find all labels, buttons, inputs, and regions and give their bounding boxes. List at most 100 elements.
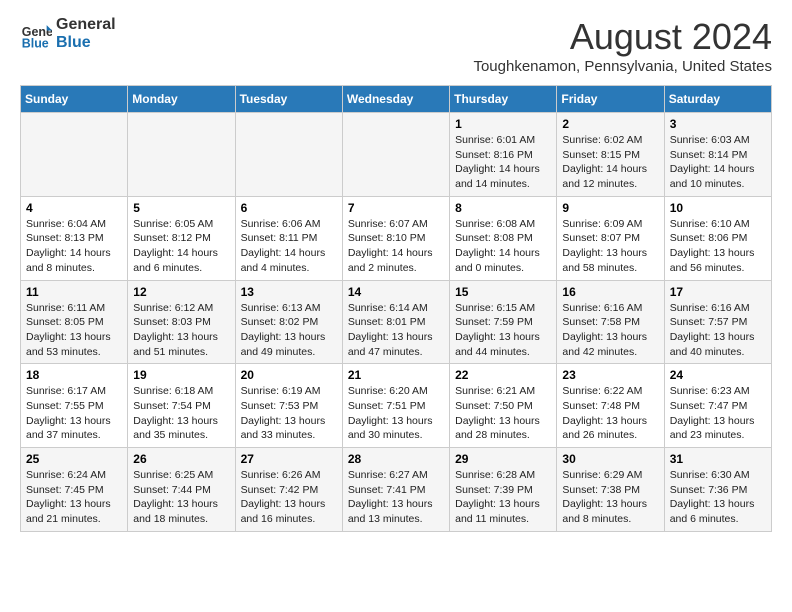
calendar-cell: 26 Sunrise: 6:25 AM Sunset: 7:44 PM Dayli… — [128, 448, 235, 532]
day-number: 5 — [133, 201, 229, 215]
weekday-header-tuesday: Tuesday — [235, 86, 342, 113]
page-header: General Blue General Blue August 2024 To… — [20, 16, 772, 75]
day-number: 8 — [455, 201, 551, 215]
calendar-cell: 31 Sunrise: 6:30 AM Sunset: 7:36 PM Dayli… — [664, 448, 771, 532]
weekday-header-saturday: Saturday — [664, 86, 771, 113]
calendar-cell: 19Sunrise: 6:18 AM Sunset: 7:54 PM Dayli… — [128, 364, 235, 448]
calendar-cell: 25Sunrise: 6:24 AM Sunset: 7:45 PM Dayli… — [21, 448, 128, 532]
calendar-cell: 2Sunrise: 6:02 AM Sunset: 8:15 PM Daylig… — [557, 113, 664, 197]
logo-general: General — [56, 16, 116, 34]
calendar-cell: 4Sunrise: 6:04 AM Sunset: 8:13 PM Daylig… — [21, 196, 128, 280]
day-info: Sunrise: 6:25 AM Sunset: 7:44 PM Dayligh… — [133, 468, 229, 527]
calendar-cell: 15 Sunrise: 6:15 AM Sunset: 7:59 PM Dayli… — [450, 280, 557, 364]
day-info: Sunrise: 6:22 AM Sunset: 7:48 PM Dayligh… — [562, 384, 658, 443]
day-number: 18 — [26, 368, 122, 382]
day-info: Sunrise: 6:27 AM Sunset: 7:41 PM Dayligh… — [348, 468, 444, 527]
day-info: Sunrise: 6:28 AM Sunset: 7:39 PM Dayligh… — [455, 468, 551, 527]
calendar-cell: 9 Sunrise: 6:09 AM Sunset: 8:07 PM Daylig… — [557, 196, 664, 280]
day-number: 9 — [562, 201, 658, 215]
day-number: 15 — [455, 285, 551, 299]
calendar-cell: 5Sunrise: 6:05 AM Sunset: 8:12 PM Daylig… — [128, 196, 235, 280]
day-number: 23 — [562, 368, 658, 382]
day-number: 31 — [670, 452, 766, 466]
calendar-cell — [342, 113, 449, 197]
day-number: 20 — [241, 368, 337, 382]
day-number: 17 — [670, 285, 766, 299]
day-info: Sunrise: 6:19 AM Sunset: 7:53 PM Dayligh… — [241, 384, 337, 443]
day-info: Sunrise: 6:21 AM Sunset: 7:50 PM Dayligh… — [455, 384, 551, 443]
day-number: 16 — [562, 285, 658, 299]
day-info: Sunrise: 6:15 AM Sunset: 7:59 PM Dayligh… — [455, 301, 551, 360]
calendar-week-3: 11 Sunrise: 6:11 AM Sunset: 8:05 PM Dayli… — [21, 280, 772, 364]
day-info: Sunrise: 6:30 AM Sunset: 7:36 PM Dayligh… — [670, 468, 766, 527]
calendar-cell — [21, 113, 128, 197]
calendar-cell: 16Sunrise: 6:16 AM Sunset: 7:58 PM Dayli… — [557, 280, 664, 364]
calendar-cell: 7Sunrise: 6:07 AM Sunset: 8:10 PM Daylig… — [342, 196, 449, 280]
calendar-cell: 17 Sunrise: 6:16 AM Sunset: 7:57 PM Dayli… — [664, 280, 771, 364]
title-block: August 2024 Toughkenamon, Pennsylvania, … — [473, 16, 772, 75]
day-info: Sunrise: 6:20 AM Sunset: 7:51 PM Dayligh… — [348, 384, 444, 443]
weekday-row: SundayMondayTuesdayWednesdayThursdayFrid… — [21, 86, 772, 113]
logo-blue: Blue — [56, 34, 116, 52]
calendar-table: SundayMondayTuesdayWednesdayThursdayFrid… — [20, 85, 772, 532]
weekday-header-monday: Monday — [128, 86, 235, 113]
calendar-body: 1Sunrise: 6:01 AM Sunset: 8:16 PM Daylig… — [21, 113, 772, 532]
day-number: 3 — [670, 117, 766, 131]
day-number: 19 — [133, 368, 229, 382]
calendar-cell: 21 Sunrise: 6:20 AM Sunset: 7:51 PM Dayli… — [342, 364, 449, 448]
day-info: Sunrise: 6:03 AM Sunset: 8:14 PM Dayligh… — [670, 133, 766, 192]
day-info: Sunrise: 6:14 AM Sunset: 8:01 PM Dayligh… — [348, 301, 444, 360]
day-info: Sunrise: 6:09 AM Sunset: 8:07 PM Dayligh… — [562, 217, 658, 276]
logo: General Blue General Blue — [20, 16, 116, 51]
calendar-cell: 20 Sunrise: 6:19 AM Sunset: 7:53 PM Dayli… — [235, 364, 342, 448]
calendar-cell: 27 Sunrise: 6:26 AM Sunset: 7:42 PM Dayli… — [235, 448, 342, 532]
day-number: 26 — [133, 452, 229, 466]
svg-text:Blue: Blue — [22, 36, 49, 50]
day-number: 14 — [348, 285, 444, 299]
day-number: 24 — [670, 368, 766, 382]
calendar-cell: 3 Sunrise: 6:03 AM Sunset: 8:14 PM Daylig… — [664, 113, 771, 197]
calendar-cell: 29 Sunrise: 6:28 AM Sunset: 7:39 PM Dayli… — [450, 448, 557, 532]
day-info: Sunrise: 6:01 AM Sunset: 8:16 PM Dayligh… — [455, 133, 551, 192]
day-number: 11 — [26, 285, 122, 299]
calendar-cell: 24 Sunrise: 6:23 AM Sunset: 7:47 PM Dayli… — [664, 364, 771, 448]
weekday-header-wednesday: Wednesday — [342, 86, 449, 113]
calendar-header: SundayMondayTuesdayWednesdayThursdayFrid… — [21, 86, 772, 113]
day-number: 4 — [26, 201, 122, 215]
day-number: 27 — [241, 452, 337, 466]
calendar-cell: 8 Sunrise: 6:08 AM Sunset: 8:08 PM Daylig… — [450, 196, 557, 280]
calendar-week-4: 18 Sunrise: 6:17 AM Sunset: 7:55 PM Dayli… — [21, 364, 772, 448]
calendar-cell: 23 Sunrise: 6:22 AM Sunset: 7:48 PM Dayli… — [557, 364, 664, 448]
day-info: Sunrise: 6:13 AM Sunset: 8:02 PM Dayligh… — [241, 301, 337, 360]
day-info: Sunrise: 6:26 AM Sunset: 7:42 PM Dayligh… — [241, 468, 337, 527]
day-info: Sunrise: 6:08 AM Sunset: 8:08 PM Dayligh… — [455, 217, 551, 276]
logo-icon: General Blue — [20, 18, 52, 50]
weekday-header-thursday: Thursday — [450, 86, 557, 113]
day-number: 13 — [241, 285, 337, 299]
day-number: 10 — [670, 201, 766, 215]
month-year-title: August 2024 — [473, 16, 772, 58]
calendar-week-2: 4Sunrise: 6:04 AM Sunset: 8:13 PM Daylig… — [21, 196, 772, 280]
day-number: 6 — [241, 201, 337, 215]
day-info: Sunrise: 6:16 AM Sunset: 7:57 PM Dayligh… — [670, 301, 766, 360]
location-subtitle: Toughkenamon, Pennsylvania, United State… — [473, 58, 772, 75]
day-number: 21 — [348, 368, 444, 382]
day-info: Sunrise: 6:10 AM Sunset: 8:06 PM Dayligh… — [670, 217, 766, 276]
calendar-week-1: 1Sunrise: 6:01 AM Sunset: 8:16 PM Daylig… — [21, 113, 772, 197]
calendar-cell: 12Sunrise: 6:12 AM Sunset: 8:03 PM Dayli… — [128, 280, 235, 364]
day-info: Sunrise: 6:17 AM Sunset: 7:55 PM Dayligh… — [26, 384, 122, 443]
calendar-cell — [128, 113, 235, 197]
calendar-cell — [235, 113, 342, 197]
calendar-cell: 6Sunrise: 6:06 AM Sunset: 8:11 PM Daylig… — [235, 196, 342, 280]
day-number: 30 — [562, 452, 658, 466]
day-info: Sunrise: 6:11 AM Sunset: 8:05 PM Dayligh… — [26, 301, 122, 360]
calendar-week-5: 25Sunrise: 6:24 AM Sunset: 7:45 PM Dayli… — [21, 448, 772, 532]
weekday-header-friday: Friday — [557, 86, 664, 113]
calendar-cell: 28Sunrise: 6:27 AM Sunset: 7:41 PM Dayli… — [342, 448, 449, 532]
day-info: Sunrise: 6:02 AM Sunset: 8:15 PM Dayligh… — [562, 133, 658, 192]
day-info: Sunrise: 6:23 AM Sunset: 7:47 PM Dayligh… — [670, 384, 766, 443]
day-number: 7 — [348, 201, 444, 215]
day-number: 29 — [455, 452, 551, 466]
day-info: Sunrise: 6:12 AM Sunset: 8:03 PM Dayligh… — [133, 301, 229, 360]
calendar-cell: 30Sunrise: 6:29 AM Sunset: 7:38 PM Dayli… — [557, 448, 664, 532]
